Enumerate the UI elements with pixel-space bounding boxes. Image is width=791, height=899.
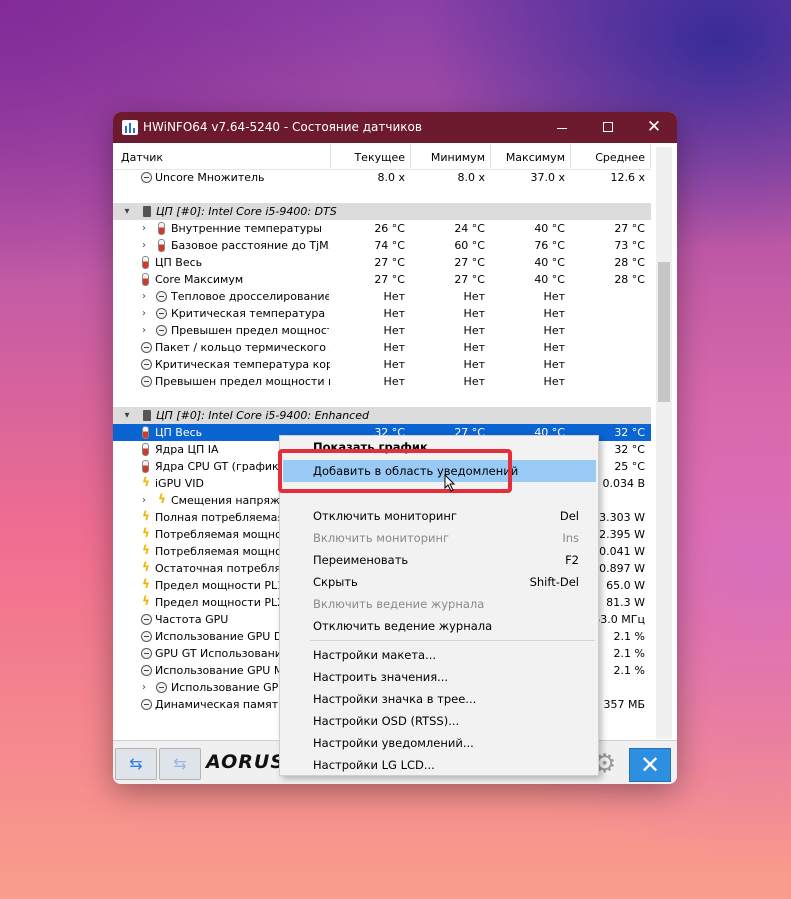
lightning-icon: ϟ [142, 577, 150, 591]
chevron-right-icon[interactable]: › [139, 288, 149, 305]
clock-icon [141, 614, 152, 625]
menu-item-lcd-settings[interactable]: Настройки LG LCD... [280, 754, 598, 776]
menu-item-notification-settings[interactable]: Настройки уведомлений... [280, 732, 598, 754]
column-minimum[interactable]: Минимум [413, 151, 485, 164]
column-average[interactable]: Среднее [573, 151, 645, 164]
exit-button[interactable]: ✕ [629, 748, 671, 782]
thermometer-icon [142, 443, 149, 456]
chevron-down-icon[interactable]: ▾ [122, 203, 132, 220]
mouse-cursor-icon [444, 474, 456, 492]
clock-icon [141, 342, 152, 353]
thermometer-icon [158, 222, 165, 235]
clock-icon [141, 172, 152, 183]
clock-icon [141, 699, 152, 710]
lightning-icon: ϟ [142, 526, 150, 540]
chevron-down-icon[interactable]: ▾ [122, 407, 132, 424]
menu-item-value-settings[interactable]: Настроить значения... [280, 666, 598, 688]
menu-item-rename[interactable]: Переименовать F2 [280, 549, 598, 571]
column-current[interactable]: Текущее [333, 151, 405, 164]
column-maximum[interactable]: Максимум [493, 151, 565, 164]
sensor-row[interactable]: Превышен предел мощности па... НетНет Не… [113, 373, 651, 390]
thermometer-icon [142, 256, 149, 269]
lightning-icon: ϟ [142, 560, 150, 574]
lightning-icon: ϟ [158, 492, 166, 506]
sensor-row[interactable]: Uncore Множитель 8.0 x 8.0 x 37.0 x 12.6… [113, 169, 651, 186]
menu-item-enable-monitoring[interactable]: Включить мониторинг Ins [280, 527, 598, 549]
chevron-right-icon[interactable]: › [139, 220, 149, 237]
thermometer-icon [158, 239, 165, 252]
title-bar[interactable]: HWiNFO64 v7.64-5240 - Состояние датчиков… [113, 112, 677, 143]
clock-icon [156, 682, 167, 693]
red-highlight-box [278, 449, 512, 493]
menu-item-disable-monitoring[interactable]: Отключить мониторинг Del [280, 505, 598, 527]
clock-icon [141, 376, 152, 387]
sensor-row[interactable]: › Базовое расстояние до TjMAX 74 °C 60 °C… [113, 237, 651, 254]
lightning-icon: ϟ [142, 543, 150, 557]
clock-icon [156, 291, 167, 302]
sensor-row[interactable]: › Превышен предел мощност... Нет Нет Нет [113, 322, 651, 339]
menu-item-layout-settings[interactable]: Настройки макета... [280, 644, 598, 666]
clock-icon [156, 308, 167, 319]
lightning-icon: ϟ [142, 594, 150, 608]
thermometer-icon [142, 460, 149, 473]
menu-item-hide[interactable]: Скрыть Shift-Del [280, 571, 598, 593]
menu-item-osd-settings[interactable]: Настройки OSD (RTSS)... [280, 710, 598, 732]
maximize-button[interactable] [585, 112, 631, 143]
column-sensor[interactable]: Датчик [121, 151, 163, 164]
sensor-group-row[interactable]: ▾ ЦП [#0]: Intel Core i5-9400: DTS [113, 203, 651, 220]
menu-separator [310, 640, 595, 641]
clock-icon [141, 665, 152, 676]
clock-icon [141, 631, 152, 642]
hwinfo-app-icon [122, 120, 138, 135]
sensor-row[interactable]: Core Максимум 27 °C 27 °C 40 °C 28 °C [113, 271, 651, 288]
aorus-logo: AORUS [206, 751, 286, 773]
chip-icon [143, 410, 151, 421]
menu-item-tray-icon-settings[interactable]: Настройки значка в трее... [280, 688, 598, 710]
switch-view-button[interactable]: ⇆ [115, 748, 157, 780]
lightning-icon: ϟ [142, 475, 150, 489]
close-button[interactable]: ✕ [631, 112, 677, 143]
column-header: Датчик Текущее Минимум Максимум Среднее [113, 143, 651, 170]
clock-icon [141, 359, 152, 370]
thermometer-icon [142, 273, 149, 286]
chevron-right-icon[interactable]: › [139, 305, 149, 322]
sensor-row[interactable]: › Внутренние температуры 26 °C 24 °C 40 °… [113, 220, 651, 237]
switch-view-button-disabled[interactable]: ⇆ [159, 748, 201, 780]
window-title: HWiNFO64 v7.64-5240 - Состояние датчиков [143, 120, 422, 134]
menu-item-disable-logging[interactable]: Отключить ведение журнала [280, 615, 598, 637]
vertical-scrollbar[interactable] [656, 147, 672, 739]
clock-icon [141, 648, 152, 659]
sensor-row[interactable]: ЦП Весь 27 °C 27 °C 40 °C 28 °C [113, 254, 651, 271]
chevron-right-icon[interactable]: › [139, 679, 149, 696]
chevron-right-icon[interactable]: › [139, 492, 149, 509]
chevron-right-icon[interactable]: › [139, 237, 149, 254]
sensor-row[interactable]: Критическая температура кор... Нет Нет Не… [113, 356, 651, 373]
minimize-button[interactable] [539, 112, 585, 143]
scrollbar-thumb[interactable] [658, 262, 670, 402]
lightning-icon: ϟ [142, 509, 150, 523]
menu-item-enable-logging[interactable]: Включить ведение журнала [280, 593, 598, 615]
sensor-row[interactable]: › Критическая температура я... Нет Нет Не… [113, 305, 651, 322]
sensor-row[interactable]: › Тепловое дросселирование ... Нет Нет Не… [113, 288, 651, 305]
chip-icon [143, 206, 151, 217]
thermometer-icon [142, 426, 149, 439]
sensor-group-row[interactable]: ▾ ЦП [#0]: Intel Core i5-9400: Enhanced [113, 407, 651, 424]
clock-icon [156, 325, 167, 336]
sensor-row[interactable]: Пакет / кольцо термического д... Нет Нет … [113, 339, 651, 356]
chevron-right-icon[interactable]: › [139, 322, 149, 339]
